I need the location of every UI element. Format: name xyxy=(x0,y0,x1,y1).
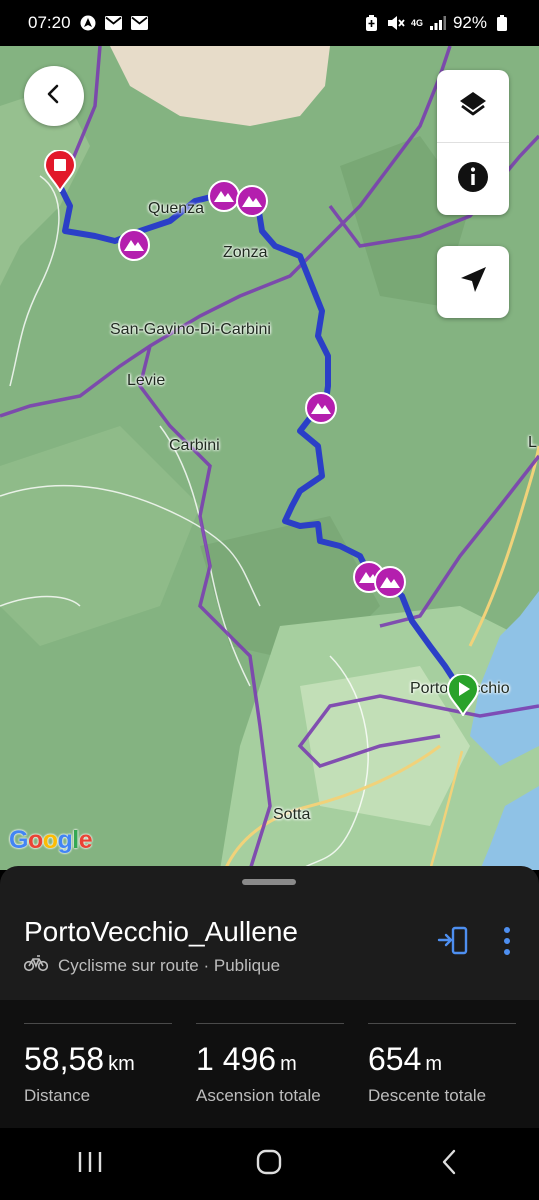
route-meta: Cyclisme sur route · Publique xyxy=(23,954,281,977)
map-controls-group xyxy=(437,70,509,215)
place-label-partial: L xyxy=(528,434,537,451)
map-view[interactable]: Quenza Zonza San-Gavino-Di-Carbini Levie… xyxy=(0,46,539,870)
stat-descent-value: 654 xyxy=(368,1041,422,1077)
status-time: 07:20 xyxy=(28,13,71,32)
home-button[interactable] xyxy=(239,1139,299,1189)
place-label-levie: Levie xyxy=(127,372,166,389)
stat-distance-label: Distance xyxy=(24,1086,91,1105)
place-label-san-gavino: San-Gavino-Di-Carbini xyxy=(110,321,271,338)
climb-mountain-icon[interactable] xyxy=(373,565,407,604)
recent-apps-button[interactable] xyxy=(60,1139,120,1189)
route-activity: Cyclisme sur route · Publique xyxy=(58,955,281,975)
navigation-arrow-icon xyxy=(458,265,488,300)
layers-icon xyxy=(457,88,489,125)
stat-descent: 654 m Descente totale xyxy=(368,1023,516,1106)
place-label-quenza: Quenza xyxy=(148,200,205,217)
nav-app-icon xyxy=(79,14,97,32)
system-nav-bar xyxy=(0,1128,539,1200)
mail-icon xyxy=(105,14,123,32)
place-label-carbini: Carbini xyxy=(169,437,220,454)
recent-apps-icon xyxy=(77,1150,103,1179)
battery-percent: 92% xyxy=(452,13,487,32)
stat-ascent-value: 1 496 xyxy=(196,1041,277,1077)
mail-icon-2 xyxy=(131,14,149,32)
start-flag-icon[interactable] xyxy=(446,673,480,721)
stat-distance-value: 58,58 xyxy=(24,1041,105,1077)
stat-ascent-unit: m xyxy=(280,1053,297,1075)
chevron-left-icon xyxy=(440,1149,458,1180)
end-flag-icon[interactable] xyxy=(43,149,77,197)
info-button[interactable] xyxy=(437,143,509,215)
battery-saver-icon xyxy=(363,14,381,32)
stat-distance-unit: km xyxy=(108,1053,135,1075)
more-vertical-icon[interactable] xyxy=(503,926,511,961)
status-bar: 07:20 4G 92% xyxy=(0,0,539,46)
stat-ascent-label: Ascension totale xyxy=(196,1086,321,1105)
place-label-sotta: Sotta xyxy=(273,806,311,823)
battery-icon xyxy=(493,14,511,32)
stat-distance: 58,58 km Distance xyxy=(24,1023,172,1106)
climb-mountain-icon[interactable] xyxy=(235,184,269,223)
route-title: PortoVecchio_Aullene xyxy=(24,916,298,947)
home-icon xyxy=(256,1149,282,1180)
google-logo: Google xyxy=(9,826,93,854)
system-back-button[interactable] xyxy=(419,1139,479,1189)
locate-button[interactable] xyxy=(437,246,509,318)
back-arrow-icon xyxy=(43,83,65,110)
mute-icon xyxy=(387,14,405,32)
back-button[interactable] xyxy=(24,66,84,126)
send-to-device-icon[interactable] xyxy=(437,926,469,961)
stat-descent-label: Descente totale xyxy=(368,1086,487,1105)
place-label-zonza: Zonza xyxy=(223,244,268,261)
stat-ascent: 1 496 m Ascension totale xyxy=(196,1023,344,1106)
stat-descent-unit: m xyxy=(425,1053,443,1075)
climb-mountain-icon[interactable] xyxy=(117,228,151,267)
info-icon xyxy=(457,161,489,198)
sheet-drag-handle[interactable] xyxy=(242,879,296,885)
network-type: 4G xyxy=(410,17,423,28)
route-stats: 58,58 km Distance 1 496 m Ascension totale… xyxy=(0,1000,539,1128)
climb-mountain-icon[interactable] xyxy=(304,391,338,430)
route-bottom-sheet[interactable]: PortoVecchio_Aullene Cyclisme sur route … xyxy=(0,866,539,1128)
bicycle-icon xyxy=(23,954,49,977)
layers-button[interactable] xyxy=(437,70,509,143)
signal-icon xyxy=(429,14,447,32)
